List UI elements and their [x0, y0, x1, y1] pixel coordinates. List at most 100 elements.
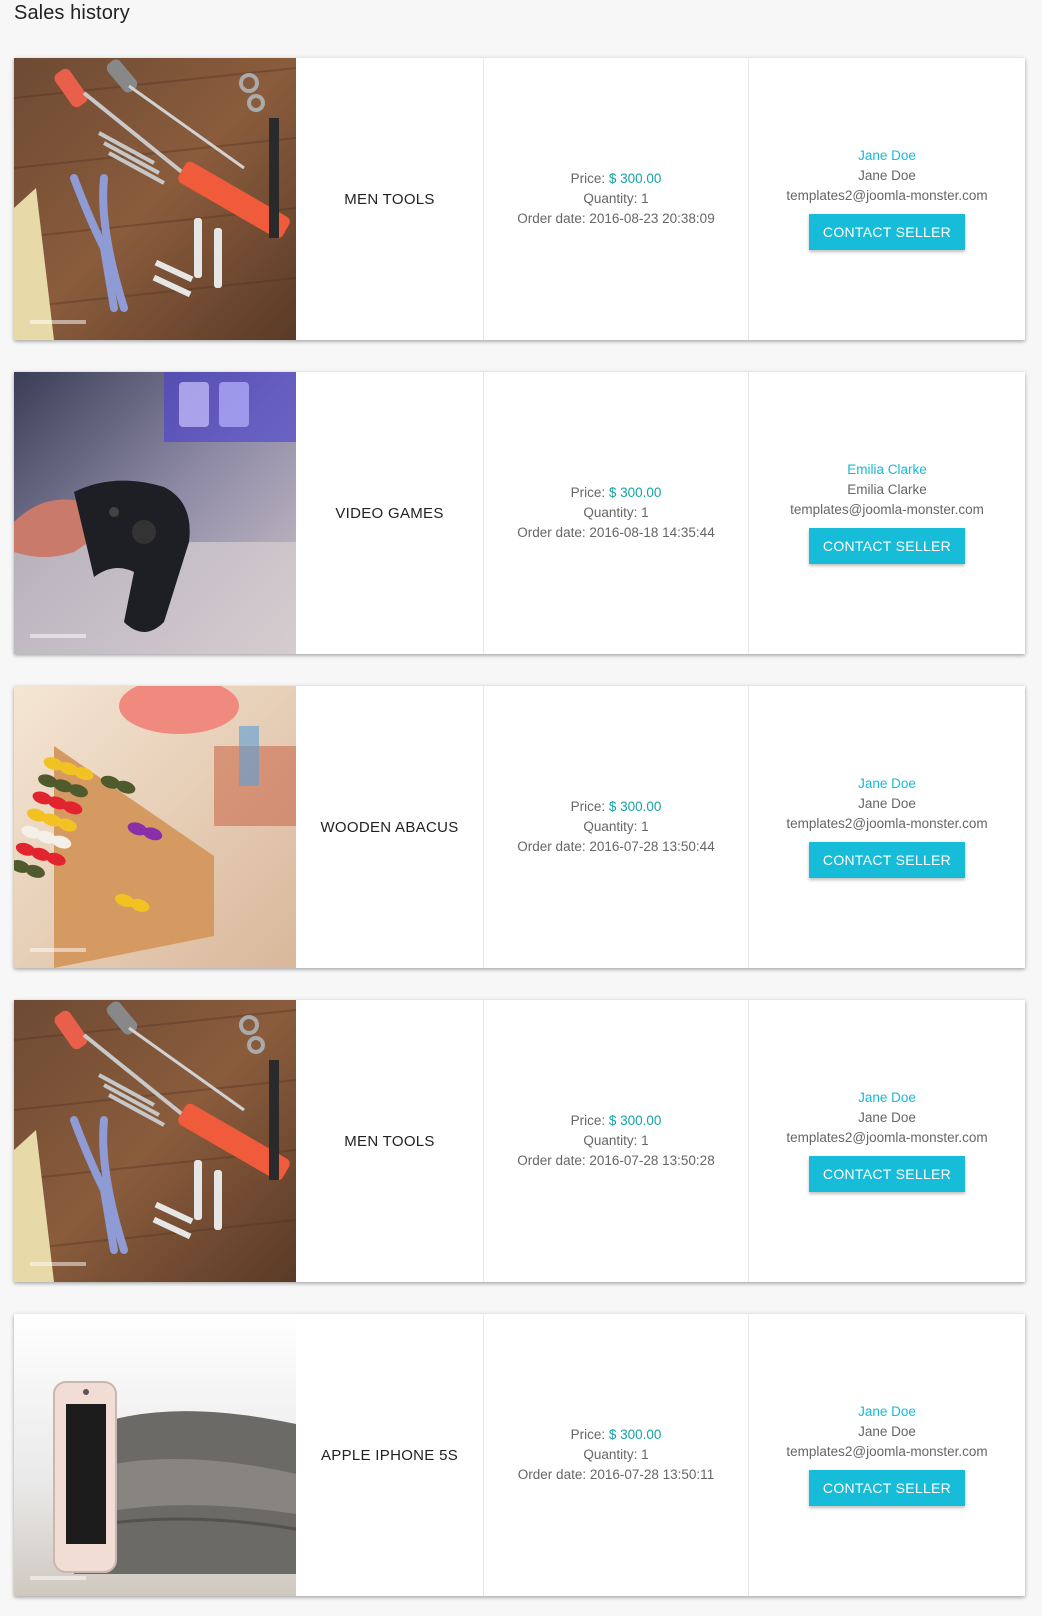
order-date-value: 2016-07-28 13:50:28 — [589, 1153, 715, 1168]
seller-profile-link[interactable]: Jane Doe — [858, 774, 916, 794]
seller-info: Jane Doe Jane Doe templates2@joomla-mons… — [749, 1000, 1025, 1282]
order-date-line: Order date: 2016-07-28 13:50:11 — [518, 1465, 714, 1485]
order-card: APPLE IPHONE 5S Price: $ 300.00 Quantity… — [14, 1314, 1025, 1596]
order-details: Price: $ 300.00 Quantity: 1 Order date: … — [484, 1000, 749, 1282]
quantity-line: Quantity: 1 — [518, 1445, 714, 1465]
seller-name: Jane Doe — [858, 796, 916, 811]
tools-photo — [14, 1000, 296, 1282]
seller-profile-link[interactable]: Jane Doe — [858, 1088, 916, 1108]
quantity-label: Quantity: — [583, 505, 642, 520]
order-date-line: Order date: 2016-08-23 20:38:09 — [517, 209, 714, 229]
price-label: Price: — [570, 485, 609, 500]
product-title-cell: VIDEO GAMES — [296, 372, 484, 654]
order-date-line: Order date: 2016-07-28 13:50:28 — [517, 1151, 714, 1171]
product-image[interactable] — [14, 1000, 296, 1282]
product-title[interactable]: WOODEN ABACUS — [320, 819, 458, 836]
order-date-label: Order date: — [517, 1153, 590, 1168]
quantity-label: Quantity: — [583, 191, 642, 206]
seller-email: templates@joomla-monster.com — [790, 502, 984, 517]
order-details: Price: $ 300.00 Quantity: 1 Order date: … — [484, 686, 749, 968]
quantity-line: Quantity: 1 — [517, 189, 714, 209]
iphone-photo — [14, 1314, 296, 1596]
abacus-photo — [14, 686, 296, 968]
price-value: $ 300.00 — [608, 1113, 662, 1128]
seller-email: templates2@joomla-monster.com — [786, 1444, 988, 1459]
seller-email: templates2@joomla-monster.com — [786, 1130, 988, 1145]
quantity-line: Quantity: 1 — [517, 1131, 714, 1151]
quantity-value: 1 — [641, 191, 649, 206]
gamepad-photo — [14, 372, 296, 654]
price-label: Price: — [570, 1427, 609, 1442]
product-title[interactable]: APPLE IPHONE 5S — [321, 1447, 458, 1464]
seller-name: Jane Doe — [858, 168, 916, 183]
order-date-label: Order date: — [517, 211, 590, 226]
price-value: $ 300.00 — [608, 1427, 662, 1442]
price-line: Price: $ 300.00 — [517, 797, 714, 817]
product-title-cell: APPLE IPHONE 5S — [296, 1314, 484, 1596]
product-title[interactable]: VIDEO GAMES — [335, 505, 443, 522]
order-details: Price: $ 300.00 Quantity: 1 Order date: … — [484, 58, 749, 340]
product-title-cell: WOODEN ABACUS — [296, 686, 484, 968]
product-title-cell: MEN TOOLS — [296, 1000, 484, 1282]
product-image[interactable] — [14, 58, 296, 340]
page-title: Sales history — [14, 2, 130, 24]
sales-history-list: MEN TOOLS Price: $ 300.00 Quantity: 1 Or… — [14, 58, 1025, 1616]
contact-seller-button[interactable]: CONTACT SELLER — [809, 1156, 965, 1192]
order-date-value: 2016-07-28 13:50:11 — [589, 1467, 715, 1482]
price-label: Price: — [570, 1113, 609, 1128]
product-title[interactable]: MEN TOOLS — [344, 1133, 435, 1150]
quantity-label: Quantity: — [583, 819, 642, 834]
quantity-value: 1 — [641, 1447, 649, 1462]
product-image[interactable] — [14, 372, 296, 654]
contact-seller-button[interactable]: CONTACT SELLER — [809, 842, 965, 878]
seller-email: templates2@joomla-monster.com — [786, 188, 988, 203]
order-date-label: Order date: — [517, 525, 590, 540]
quantity-line: Quantity: 1 — [517, 817, 714, 837]
order-card: VIDEO GAMES Price: $ 300.00 Quantity: 1 … — [14, 372, 1025, 654]
seller-info: Jane Doe Jane Doe templates2@joomla-mons… — [749, 58, 1025, 340]
price-line: Price: $ 300.00 — [517, 483, 714, 503]
seller-name: Emilia Clarke — [847, 482, 927, 497]
order-date-value: 2016-07-28 13:50:44 — [589, 839, 715, 854]
seller-name: Jane Doe — [858, 1424, 916, 1439]
seller-profile-link[interactable]: Jane Doe — [858, 1402, 916, 1422]
quantity-line: Quantity: 1 — [517, 503, 714, 523]
product-title-cell: MEN TOOLS — [296, 58, 484, 340]
order-date-value: 2016-08-18 14:35:44 — [589, 525, 715, 540]
seller-profile-link[interactable]: Jane Doe — [858, 146, 916, 166]
price-label: Price: — [570, 171, 609, 186]
seller-email: templates2@joomla-monster.com — [786, 816, 988, 831]
seller-info: Jane Doe Jane Doe templates2@joomla-mons… — [749, 1314, 1025, 1596]
quantity-label: Quantity: — [583, 1133, 642, 1148]
order-card: MEN TOOLS Price: $ 300.00 Quantity: 1 Or… — [14, 1000, 1025, 1282]
product-title[interactable]: MEN TOOLS — [344, 191, 435, 208]
order-date-value: 2016-08-23 20:38:09 — [589, 211, 715, 226]
contact-seller-button[interactable]: CONTACT SELLER — [809, 214, 965, 250]
order-details: Price: $ 300.00 Quantity: 1 Order date: … — [484, 372, 749, 654]
quantity-value: 1 — [641, 505, 649, 520]
contact-seller-button[interactable]: CONTACT SELLER — [809, 528, 965, 564]
seller-info: Emilia Clarke Emilia Clarke templates@jo… — [749, 372, 1025, 654]
contact-seller-button[interactable]: CONTACT SELLER — [809, 1470, 965, 1506]
price-value: $ 300.00 — [608, 799, 662, 814]
price-label: Price: — [570, 799, 609, 814]
seller-info: Jane Doe Jane Doe templates2@joomla-mons… — [749, 686, 1025, 968]
order-card: WOODEN ABACUS Price: $ 300.00 Quantity: … — [14, 686, 1025, 968]
price-line: Price: $ 300.00 — [517, 1111, 714, 1131]
order-details: Price: $ 300.00 Quantity: 1 Order date: … — [484, 1314, 749, 1596]
order-date-line: Order date: 2016-07-28 13:50:44 — [517, 837, 714, 857]
seller-profile-link[interactable]: Emilia Clarke — [847, 460, 927, 480]
tools-photo — [14, 58, 296, 340]
price-line: Price: $ 300.00 — [517, 169, 714, 189]
order-date-line: Order date: 2016-08-18 14:35:44 — [517, 523, 714, 543]
price-value: $ 300.00 — [608, 485, 662, 500]
quantity-label: Quantity: — [583, 1447, 642, 1462]
order-date-label: Order date: — [517, 839, 590, 854]
price-line: Price: $ 300.00 — [518, 1425, 714, 1445]
product-image[interactable] — [14, 1314, 296, 1596]
order-card: MEN TOOLS Price: $ 300.00 Quantity: 1 Or… — [14, 58, 1025, 340]
product-image[interactable] — [14, 686, 296, 968]
price-value: $ 300.00 — [608, 171, 662, 186]
order-date-label: Order date: — [517, 1467, 590, 1482]
quantity-value: 1 — [641, 819, 649, 834]
